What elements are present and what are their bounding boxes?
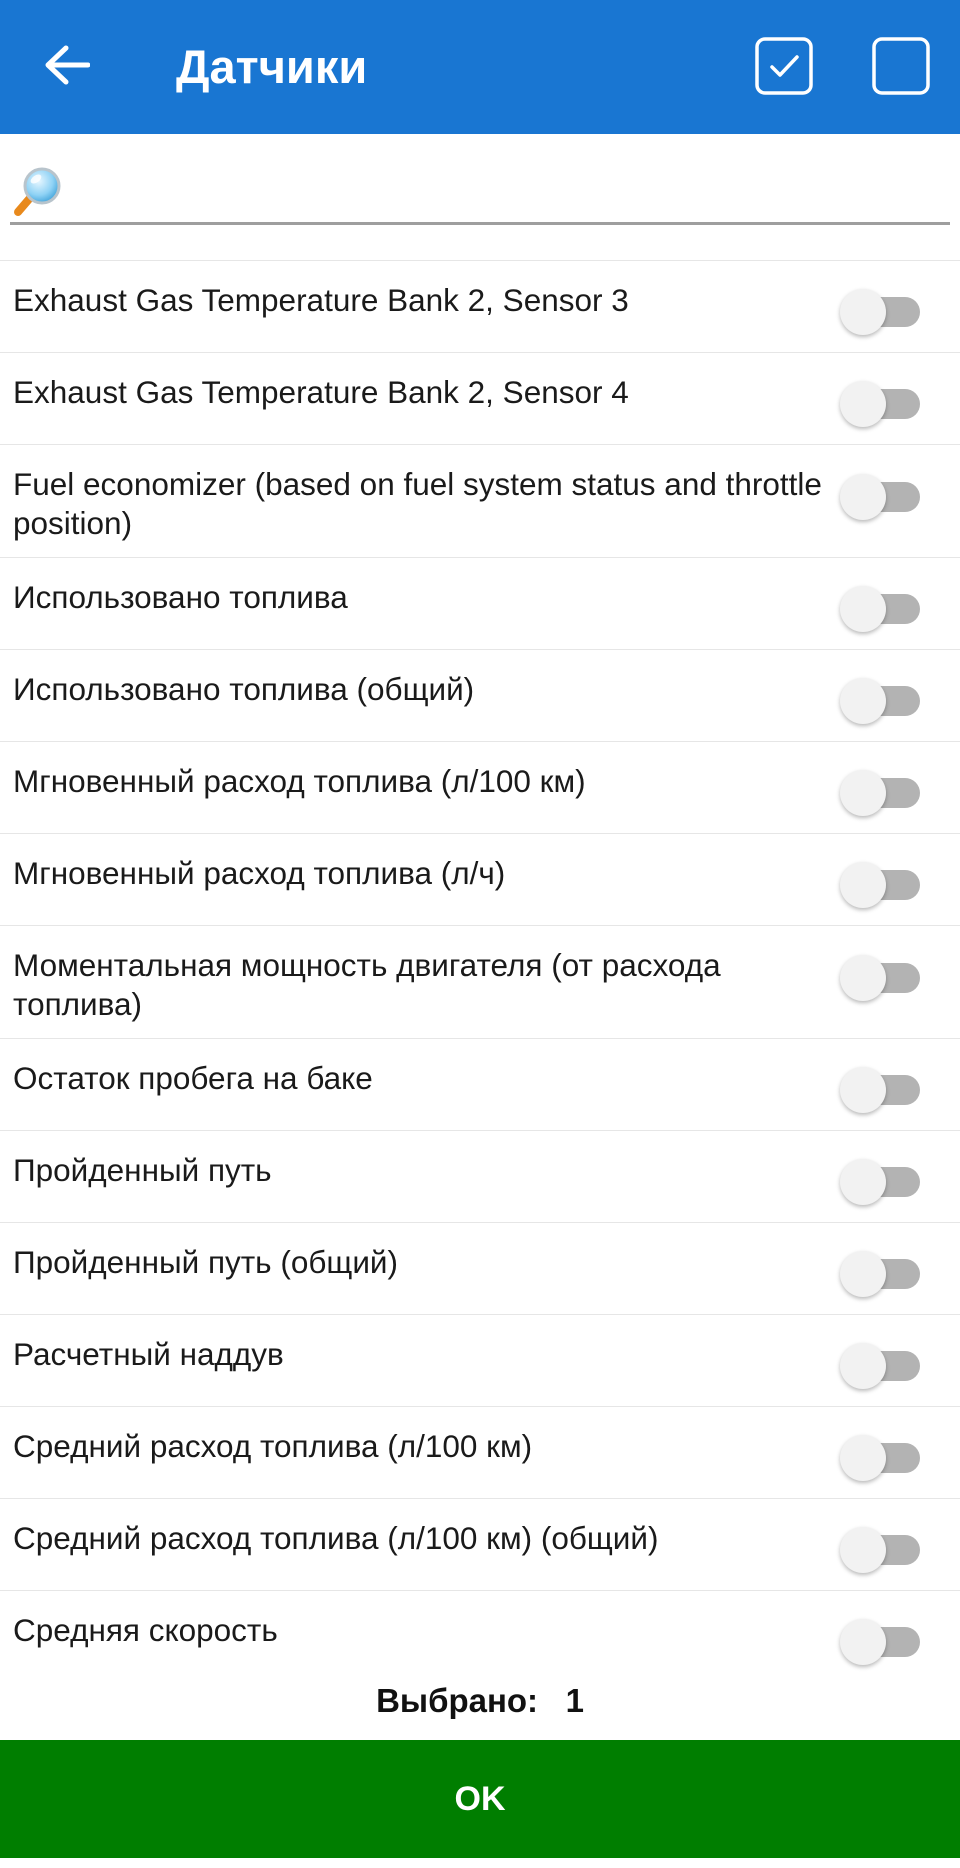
sensor-label: Использовано топлива (общий): [13, 671, 475, 707]
deselect-all-button[interactable]: [871, 36, 931, 96]
sensor-toggle[interactable]: [840, 953, 922, 1001]
toggle-thumb: [840, 289, 886, 335]
sensor-label: Мгновенный расход топлива (л/ч): [13, 855, 506, 891]
ok-button[interactable]: OK: [0, 1740, 960, 1858]
page-title: Датчики: [176, 40, 368, 93]
toggle-thumb: [840, 678, 886, 724]
search-underline: [10, 222, 950, 225]
sensor-toggle[interactable]: [840, 1065, 922, 1113]
sensor-label: Средняя скорость: [13, 1612, 278, 1648]
sensor-list: Exhaust Gas Temperature Bank 2, Sensor 3…: [0, 260, 960, 1683]
sensor-toggle[interactable]: [840, 1157, 922, 1205]
sensor-label: Пройденный путь: [13, 1152, 272, 1188]
sensor-toggle[interactable]: [840, 472, 922, 520]
toggle-thumb: [840, 381, 886, 427]
toggle-thumb: [840, 1527, 886, 1573]
selected-count-label: Выбрано: 1: [0, 1682, 960, 1720]
sensor-toggle[interactable]: [840, 1249, 922, 1297]
arrow-left-icon: [45, 45, 90, 85]
toggle-thumb: [840, 1159, 886, 1205]
toggle-thumb: [840, 1619, 886, 1665]
sensor-label: Мгновенный расход топлива (л/100 км): [13, 763, 586, 799]
app-bar: Датчики: [0, 0, 960, 134]
sensor-label: Использовано топлива: [13, 579, 348, 615]
checkbox-checked-icon: [755, 37, 813, 95]
checkbox-empty-icon: [872, 37, 930, 95]
sensor-row[interactable]: Средний расход топлива (л/100 км) (общий…: [0, 1499, 960, 1591]
toggle-thumb: [840, 1067, 886, 1113]
sensor-toggle[interactable]: [840, 287, 922, 335]
sensor-row[interactable]: Fuel economizer (based on fuel system st…: [0, 445, 960, 558]
sensor-toggle[interactable]: [840, 860, 922, 908]
sensor-toggle[interactable]: [840, 1341, 922, 1389]
sensor-row[interactable]: Exhaust Gas Temperature Bank 2, Sensor 4: [0, 353, 960, 445]
sensor-toggle[interactable]: [840, 768, 922, 816]
toggle-thumb: [840, 1435, 886, 1481]
sensor-row[interactable]: Средний расход топлива (л/100 км): [0, 1407, 960, 1499]
sensor-toggle[interactable]: [840, 379, 922, 427]
sensor-label: Остаток пробега на баке: [13, 1060, 373, 1096]
sensor-row[interactable]: Остаток пробега на баке: [0, 1039, 960, 1131]
toggle-thumb: [840, 770, 886, 816]
sensor-row[interactable]: Пройденный путь (общий): [0, 1223, 960, 1315]
selected-count: 1: [565, 1682, 584, 1719]
sensors-screen: Датчики Exhaust Gas Temperature Bank 2, …: [0, 0, 960, 1868]
search-input[interactable]: [74, 160, 948, 218]
back-button[interactable]: [32, 30, 102, 100]
sensor-row[interactable]: Расчетный наддув: [0, 1315, 960, 1407]
toggle-thumb: [840, 1251, 886, 1297]
sensor-label: Моментальная мощность двигателя (от расх…: [13, 947, 721, 1022]
selected-label: Выбрано:: [376, 1682, 539, 1719]
sensor-toggle[interactable]: [840, 1617, 922, 1665]
toggle-thumb: [840, 1343, 886, 1389]
sensor-toggle[interactable]: [840, 676, 922, 724]
sensor-row[interactable]: Использовано топлива: [0, 558, 960, 650]
select-all-button[interactable]: [754, 36, 814, 96]
sensor-label: Средний расход топлива (л/100 км): [13, 1428, 533, 1464]
sensor-label: Exhaust Gas Temperature Bank 2, Sensor 4: [13, 374, 629, 410]
sensor-row[interactable]: Моментальная мощность двигателя (от расх…: [0, 926, 960, 1039]
sensor-label: Средний расход топлива (л/100 км) (общий…: [13, 1520, 659, 1556]
search-bar: [10, 134, 950, 225]
sensor-toggle[interactable]: [840, 1525, 922, 1573]
sensor-label: Пройденный путь (общий): [13, 1244, 398, 1280]
magnifier-icon: [14, 167, 61, 216]
sensor-label: Exhaust Gas Temperature Bank 2, Sensor 3: [13, 282, 629, 318]
toggle-thumb: [840, 862, 886, 908]
sensor-label: Fuel economizer (based on fuel system st…: [13, 466, 822, 541]
sensor-row[interactable]: Мгновенный расход топлива (л/100 км): [0, 742, 960, 834]
sensor-row[interactable]: Использовано топлива (общий): [0, 650, 960, 742]
sensor-toggle[interactable]: [840, 584, 922, 632]
sensor-label: Расчетный наддув: [13, 1336, 284, 1372]
sensor-row[interactable]: Мгновенный расход топлива (л/ч): [0, 834, 960, 926]
toggle-thumb: [840, 586, 886, 632]
sensor-toggle[interactable]: [840, 1433, 922, 1481]
sensor-row[interactable]: Средняя скорость: [0, 1591, 960, 1683]
sensor-row[interactable]: Exhaust Gas Temperature Bank 2, Sensor 3: [0, 261, 960, 353]
sensor-row[interactable]: Пройденный путь: [0, 1131, 960, 1223]
toggle-thumb: [840, 474, 886, 520]
toggle-thumb: [840, 955, 886, 1001]
